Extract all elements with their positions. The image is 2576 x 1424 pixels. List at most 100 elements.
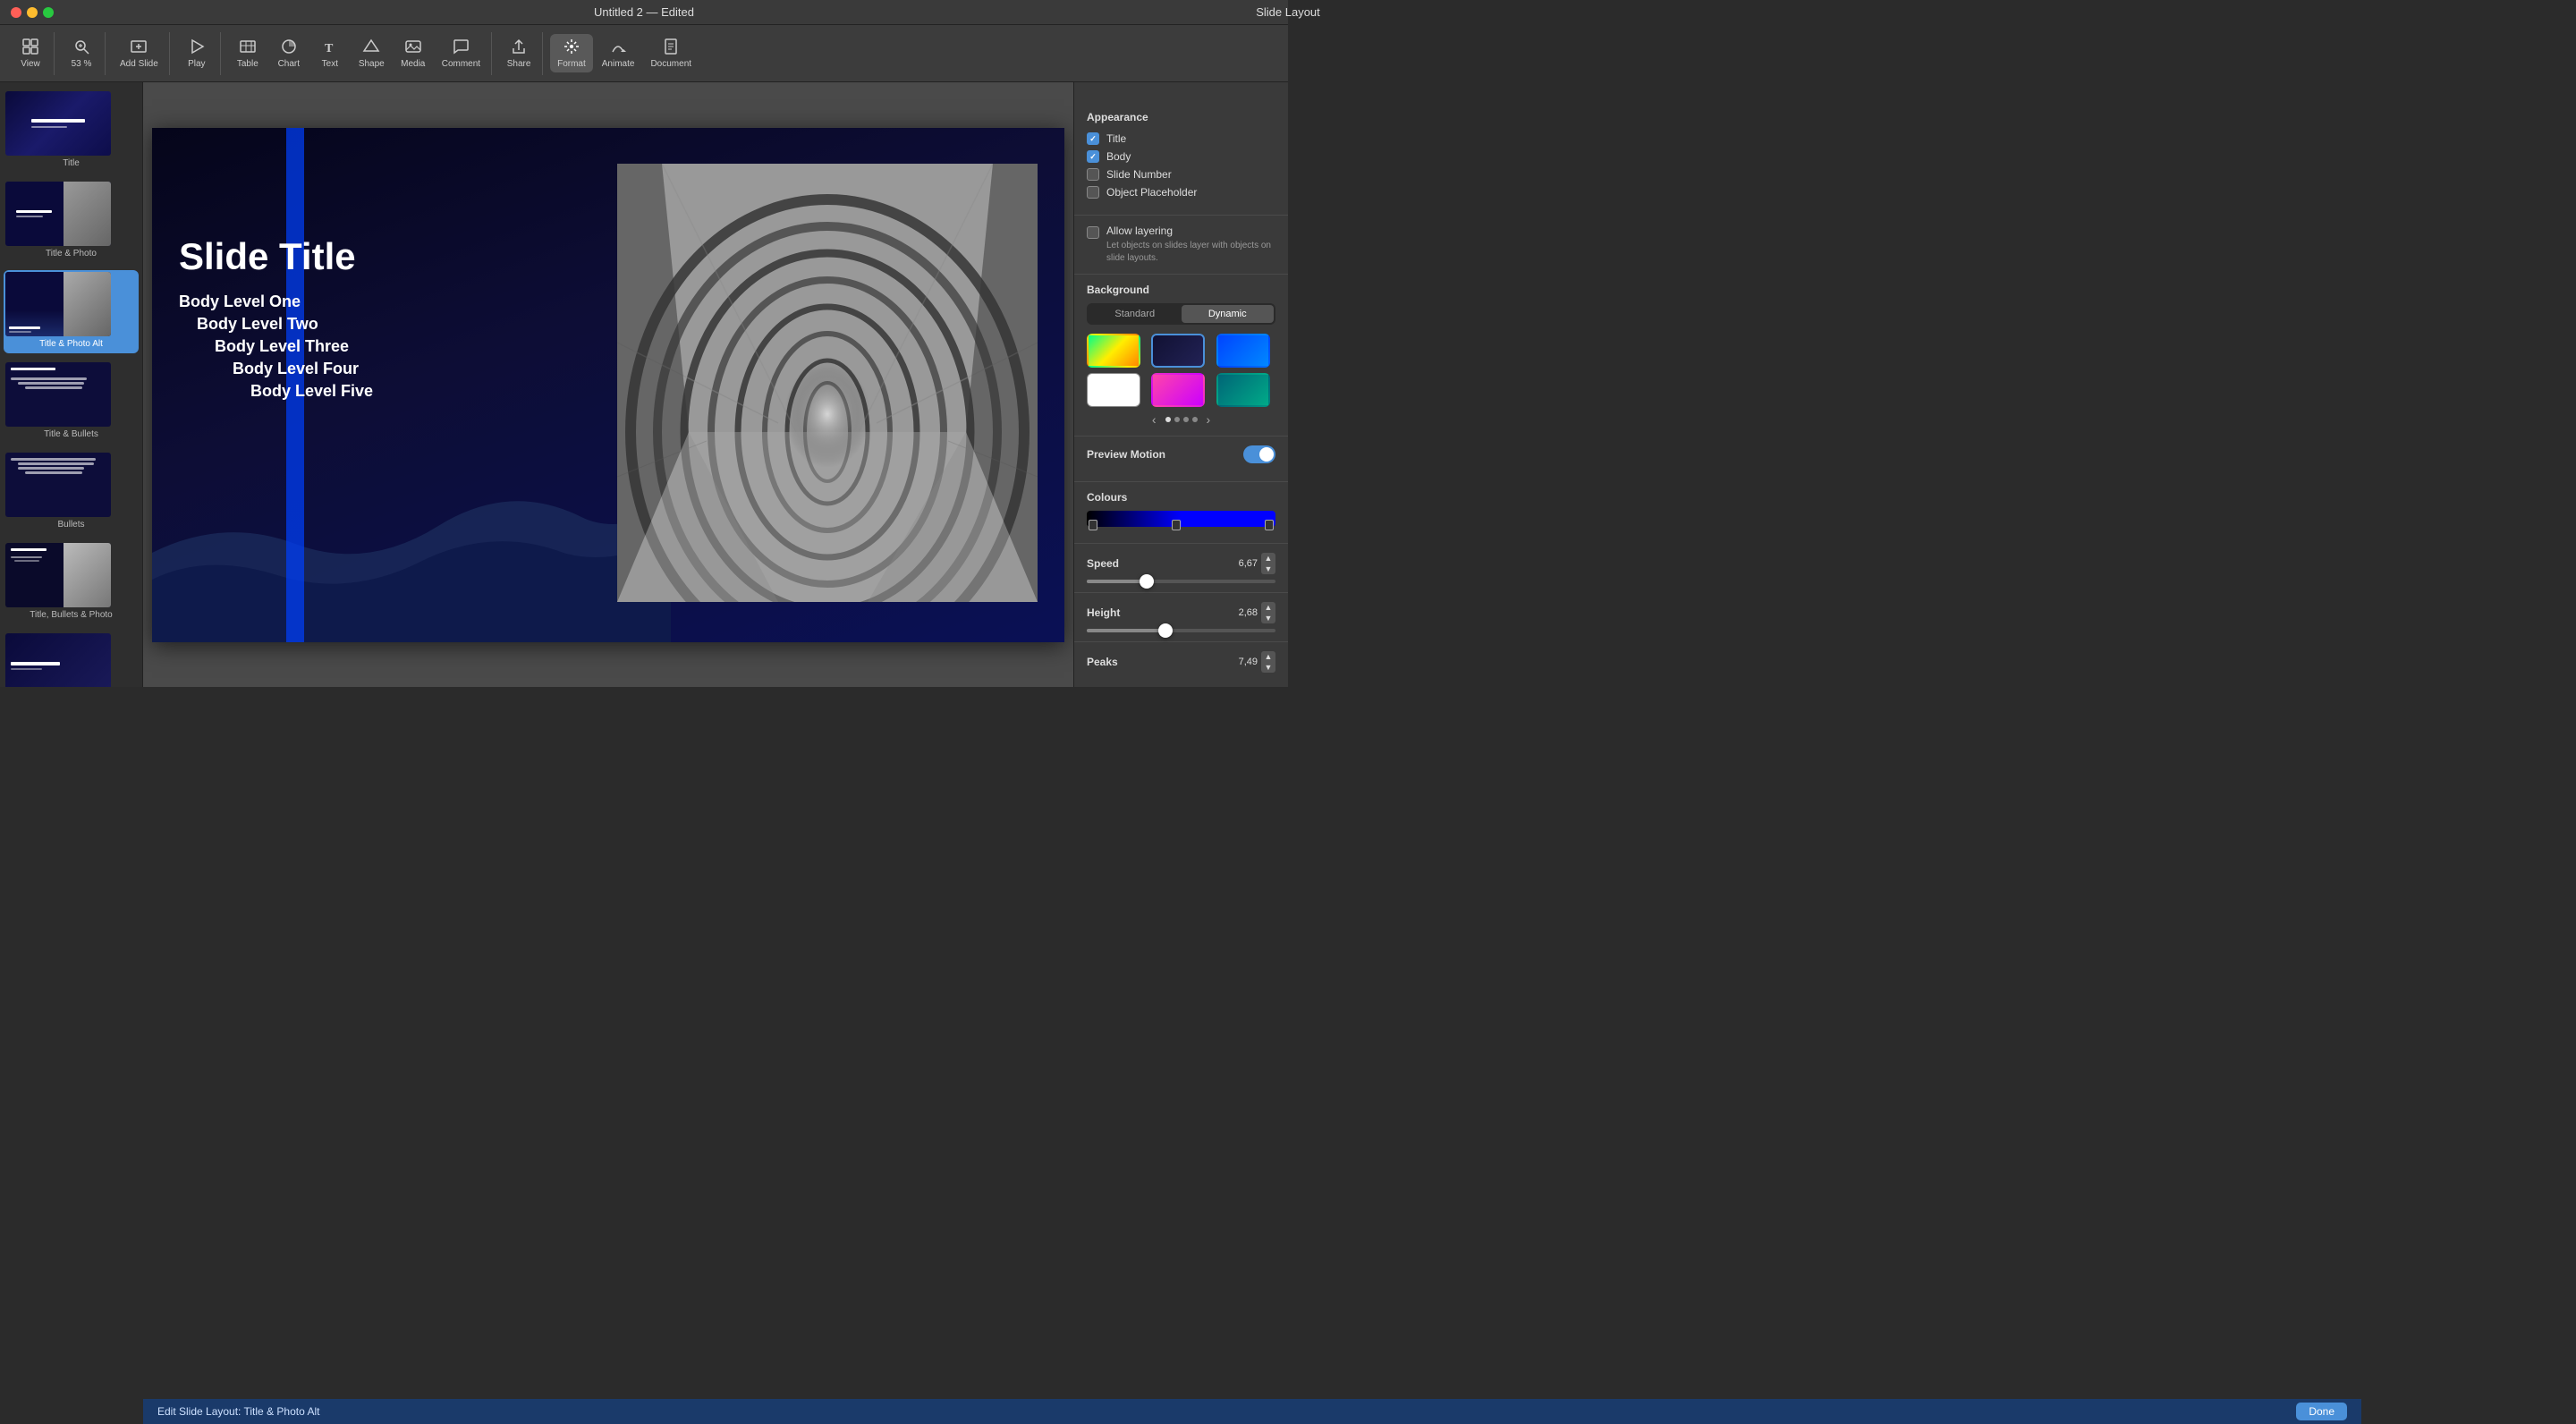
zoom-button[interactable]: 53 % (62, 34, 101, 72)
view-label: View (21, 59, 40, 69)
peaks-stepper[interactable]: ▲ ▼ (1261, 651, 1275, 673)
slide-text-area: Slide Title Body Level One Body Level Tw… (179, 235, 644, 401)
speed-stepper[interactable]: ▲ ▼ (1261, 553, 1275, 574)
speed-row: Speed 6,67 ▲ ▼ (1087, 553, 1275, 574)
bg-nav-prev[interactable]: ‹ (1152, 412, 1157, 427)
body-checkbox[interactable] (1087, 150, 1099, 163)
bg-dots (1165, 417, 1198, 422)
swatch-dark-blue[interactable] (1151, 334, 1205, 368)
right-panel: Slide Layout Appearance Title Body Slide… (1073, 82, 1288, 687)
swatch-bright-blue[interactable] (1216, 334, 1270, 368)
slide-body-line-2: Body Level Two (179, 315, 644, 334)
slide-thumb-bullets[interactable]: Title & Bullets (4, 360, 139, 444)
add-slide-button[interactable]: Add Slide (113, 34, 165, 72)
add-slide-label: Add Slide (120, 59, 158, 69)
slide-thumb-title-photo[interactable]: Title & Photo (4, 180, 139, 263)
colour-gradient-bar[interactable] (1087, 511, 1275, 527)
slide-thumb-title-bullets-photo[interactable]: Title, Bullets & Photo (4, 541, 139, 624)
share-button[interactable]: Share (499, 34, 538, 72)
speed-slider[interactable] (1087, 580, 1275, 583)
comment-label: Comment (442, 59, 480, 69)
object-placeholder-checkbox[interactable] (1087, 186, 1099, 199)
allow-layering-section: Allow layering Let objects on slides lay… (1074, 216, 1288, 275)
text-label: Text (322, 59, 338, 69)
document-button[interactable]: Document (643, 34, 699, 72)
height-down[interactable]: ▼ (1261, 613, 1275, 623)
media-button[interactable]: Media (394, 34, 433, 72)
format-label: Format (557, 59, 586, 69)
height-slider-container (1087, 629, 1275, 632)
speed-up[interactable]: ▲ (1261, 553, 1275, 564)
height-slider-thumb[interactable] (1158, 623, 1173, 638)
object-placeholder-label: Object Placeholder (1106, 186, 1197, 199)
document-label: Document (650, 59, 691, 69)
format-button[interactable]: Format (550, 34, 593, 72)
slide-thumb-title[interactable]: Title (4, 89, 139, 173)
svg-text:T: T (325, 42, 334, 55)
media-label: Media (401, 59, 425, 69)
appearance-section: Appearance Title Body Slide Number Objec… (1074, 100, 1288, 216)
slide-thumb-bullets-only[interactable]: Bullets (4, 451, 139, 534)
canvas-area: Slide Title Body Level One Body Level Tw… (143, 82, 1073, 687)
background-nav: ‹ › (1087, 412, 1275, 427)
done-button[interactable]: Done (2296, 1403, 2347, 1420)
object-placeholder-row: Object Placeholder (1087, 186, 1275, 199)
comment-button[interactable]: Comment (435, 34, 487, 72)
slide-thumb-photo-label: Title & Photo (5, 249, 137, 261)
slide-body: Body Level One Body Level Two Body Level… (179, 292, 644, 401)
background-swatches (1087, 334, 1275, 407)
speed-value: 6,67 (1239, 558, 1258, 569)
toolbar-share-group: Share (496, 32, 543, 75)
arch-tunnel-image (617, 164, 1038, 602)
swatch-white[interactable] (1087, 373, 1140, 407)
peaks-up[interactable]: ▲ (1261, 651, 1275, 662)
slide-body-line-3: Body Level Three (179, 337, 644, 356)
toolbar-view-group: View (7, 32, 55, 75)
standard-toggle-btn[interactable]: Standard (1089, 305, 1182, 323)
gradient-handle-left[interactable] (1089, 520, 1097, 530)
animate-label: Animate (602, 59, 635, 69)
slide-number-checkbox[interactable] (1087, 168, 1099, 181)
height-up[interactable]: ▲ (1261, 602, 1275, 613)
slide-number-label: Slide Number (1106, 168, 1172, 181)
height-value: 2,68 (1239, 607, 1258, 618)
bg-nav-next[interactable]: › (1207, 412, 1211, 427)
bg-dot-1 (1165, 417, 1171, 422)
preview-motion-section: Preview Motion (1074, 437, 1288, 482)
play-button[interactable]: Play (177, 34, 216, 72)
dynamic-toggle-btn[interactable]: Dynamic (1182, 305, 1275, 323)
share-label: Share (507, 59, 531, 69)
swatch-teal-green[interactable] (1216, 373, 1270, 407)
slide-title: Slide Title (179, 235, 644, 278)
height-stepper[interactable]: ▲ ▼ (1261, 602, 1275, 623)
slide-thumb-photoalt[interactable]: Title & Photo Alt (4, 270, 139, 353)
swatch-gradient-green[interactable] (1087, 334, 1140, 368)
bg-dot-3 (1183, 417, 1189, 422)
table-button[interactable]: Table (228, 34, 267, 72)
toolbar-insert-group: Table Chart T Text Shape (225, 32, 492, 75)
peaks-down[interactable]: ▼ (1261, 662, 1275, 673)
view-button[interactable]: View (11, 34, 50, 72)
text-button[interactable]: T Text (310, 34, 350, 72)
height-label: Height (1087, 606, 1120, 619)
slide-canvas[interactable]: Slide Title Body Level One Body Level Tw… (152, 128, 1064, 642)
speed-down[interactable]: ▼ (1261, 564, 1275, 574)
colours-section: Colours (1074, 482, 1288, 544)
animate-button[interactable]: Animate (595, 34, 642, 72)
shape-button[interactable]: Shape (352, 34, 392, 72)
speed-slider-thumb[interactable] (1140, 574, 1154, 589)
gradient-handle-right[interactable] (1265, 520, 1274, 530)
slide-thumb-section[interactable]: Section (4, 631, 139, 687)
allow-layering-checkbox[interactable] (1087, 226, 1099, 239)
colours-title: Colours (1087, 491, 1275, 504)
title-checkbox[interactable] (1087, 132, 1099, 145)
play-label: Play (188, 59, 205, 69)
chart-button[interactable]: Chart (269, 34, 309, 72)
gradient-handle-mid[interactable] (1172, 520, 1181, 530)
swatch-pink-purple[interactable] (1151, 373, 1205, 407)
height-slider[interactable] (1087, 629, 1275, 632)
preview-motion-toggle[interactable] (1243, 445, 1275, 463)
table-label: Table (237, 59, 258, 69)
main-layout: Title Title & Photo (0, 82, 1288, 687)
peaks-section: Peaks 7,49 ▲ ▼ (1074, 642, 1288, 687)
